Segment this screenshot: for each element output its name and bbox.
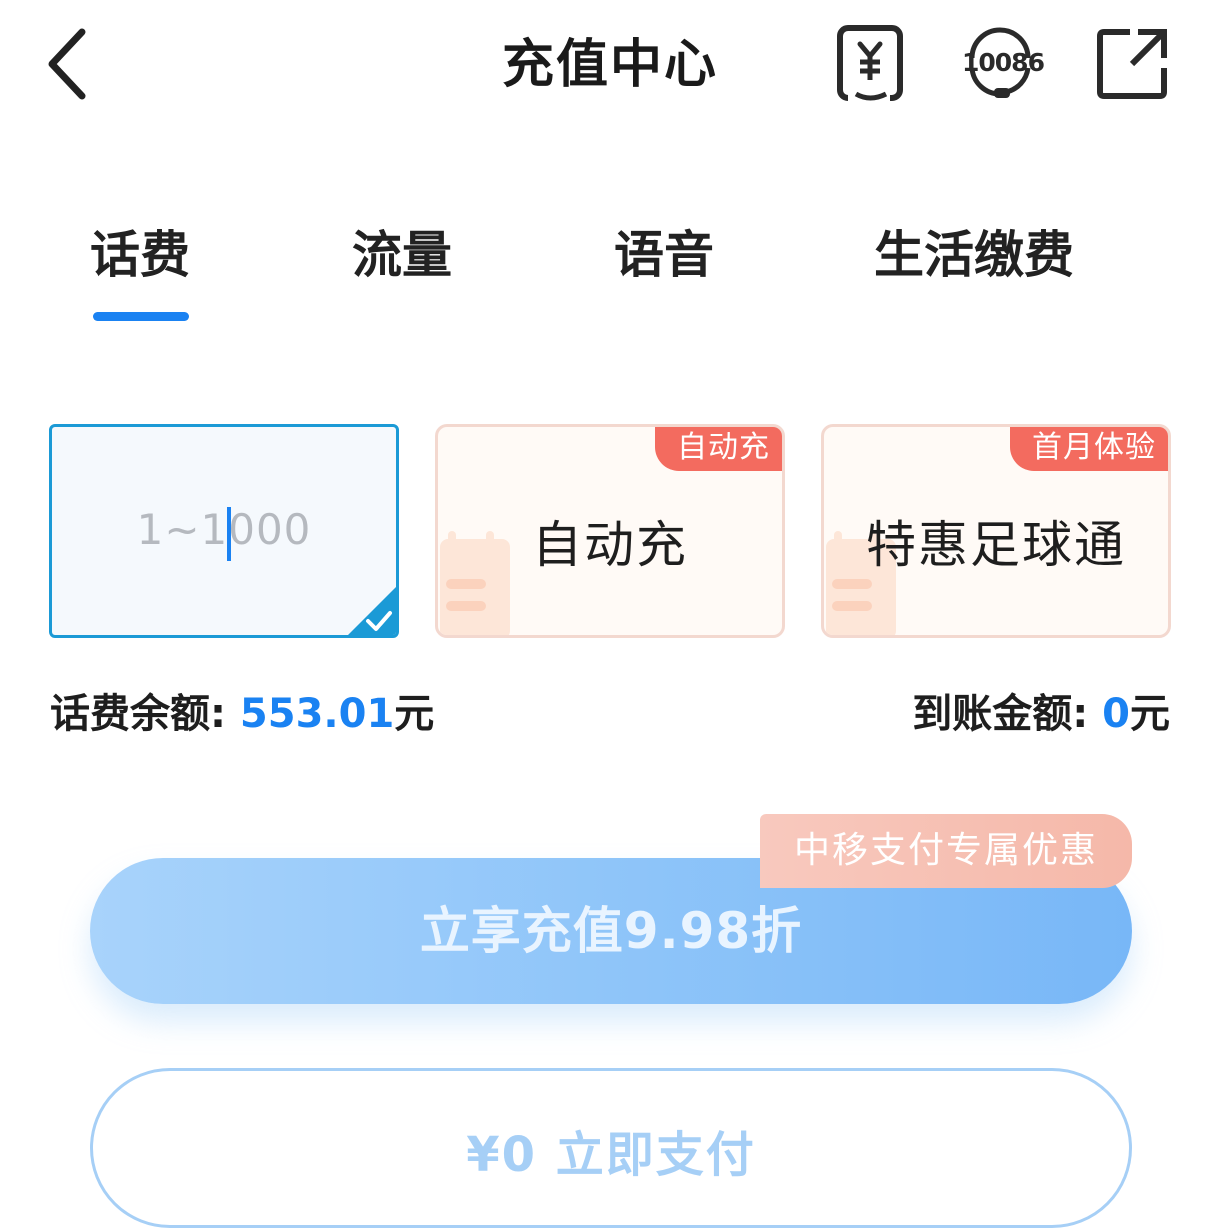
- arrival-label: 到账金额:: [912, 691, 1103, 737]
- tab-phone-bill[interactable]: 话费: [90, 220, 190, 290]
- tab-voice[interactable]: 语音: [614, 220, 714, 290]
- option-tag: 自动充: [655, 427, 782, 471]
- auto-recharge-card[interactable]: 自动充 自动充: [435, 424, 785, 638]
- option-label: 自动充: [532, 516, 688, 574]
- check-icon: [366, 611, 392, 631]
- option-tag: 首月体验: [1010, 427, 1168, 471]
- text-cursor: [227, 507, 231, 561]
- share-icon: [1097, 29, 1167, 99]
- promo-badge: 中移支付专属优惠: [760, 814, 1132, 888]
- balance-label: 话费余额:: [50, 691, 240, 737]
- customer-service-button[interactable]: 10086: [962, 24, 1045, 104]
- tab-data[interactable]: 流量: [352, 220, 452, 290]
- option-label: 特惠足球通: [866, 516, 1126, 574]
- balance-value: 553.01: [239, 691, 395, 737]
- arrival-row: 到账金额: 0元: [912, 688, 1170, 740]
- bill-icon: [837, 25, 903, 102]
- amount-input-card[interactable]: 1~1000: [49, 424, 399, 638]
- active-tab-indicator: [93, 312, 189, 321]
- arrival-value: 0: [1102, 691, 1130, 737]
- bill-button[interactable]: [834, 24, 910, 104]
- arrival-unit: 元: [1130, 691, 1170, 737]
- amount-input[interactable]: 1~1000: [52, 505, 396, 554]
- pay-now-button[interactable]: ¥0 立即支付: [90, 1068, 1132, 1228]
- balance-row: 话费余额: 553.01元: [50, 688, 434, 740]
- football-pass-card[interactable]: 特惠足球通 首月体验: [821, 424, 1171, 638]
- share-button[interactable]: [1094, 24, 1170, 104]
- balance-unit: 元: [394, 691, 435, 737]
- service-number: 10086: [962, 48, 1045, 77]
- tab-utilities[interactable]: 生活缴费: [874, 220, 1074, 290]
